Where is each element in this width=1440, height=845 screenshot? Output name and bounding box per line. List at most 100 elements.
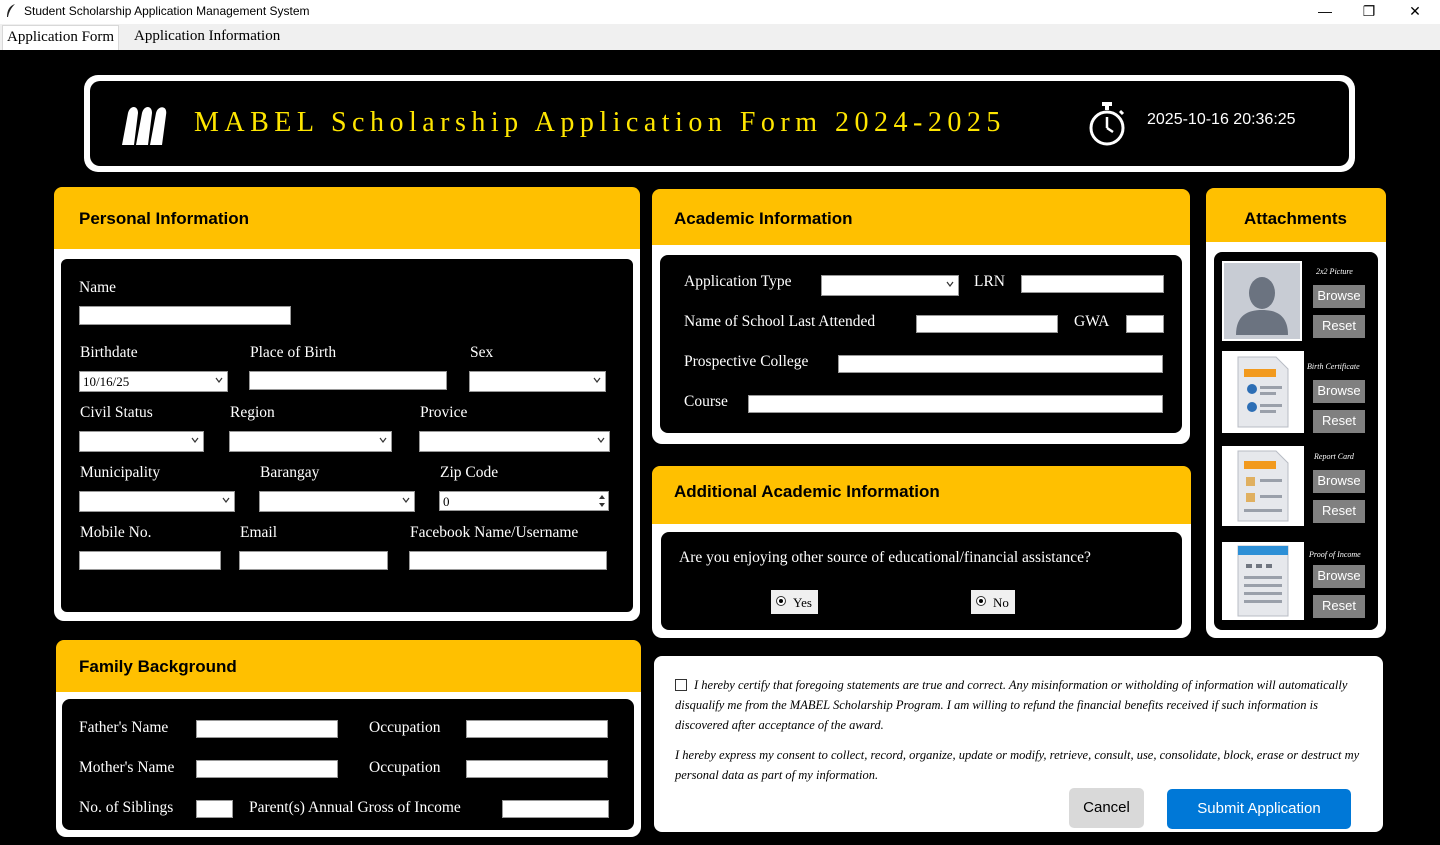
annual-income-input[interactable] xyxy=(502,800,609,818)
birthdate-picker[interactable]: 10/16/25 xyxy=(79,371,228,392)
civil-status-label: Civil Status xyxy=(80,404,153,421)
certificate-document-icon xyxy=(1237,356,1289,428)
additional-academic-panel: Are you enjoying other source of educati… xyxy=(661,532,1182,630)
barangay-label: Barangay xyxy=(260,464,320,481)
family-background-card: Family Background Father's Name Occupati… xyxy=(56,640,641,837)
siblings-input[interactable] xyxy=(196,800,233,818)
mobile-input[interactable] xyxy=(79,551,221,570)
mother-name-input[interactable] xyxy=(196,760,338,778)
report-card-document-icon xyxy=(1237,450,1289,522)
name-input[interactable] xyxy=(79,306,291,325)
province-label: Provice xyxy=(420,404,468,421)
birth-certificate-label: Birth Certificate xyxy=(1307,362,1360,371)
mother-occupation-input[interactable] xyxy=(466,760,608,778)
chevron-down-icon xyxy=(946,281,954,287)
father-occupation-label: Occupation xyxy=(369,719,441,736)
zip-code-value: 0 xyxy=(443,494,450,509)
stopwatch-icon xyxy=(1089,102,1125,146)
window-title: Student Scholarship Application Manageme… xyxy=(24,4,310,18)
attachments-panel: 2x2 Picture Browse Reset Birth Certifica… xyxy=(1214,252,1378,630)
tab-application-information[interactable]: Application Information xyxy=(130,27,284,50)
header-banner: MABEL Scholarship Application Form 2024-… xyxy=(84,75,1355,172)
close-button[interactable]: ✕ xyxy=(1392,0,1438,24)
certification-card: I hereby certify that foregoing statemen… xyxy=(654,656,1383,832)
reset-proof-of-income-button[interactable]: Reset xyxy=(1313,595,1365,618)
tab-application-form[interactable]: Application Form xyxy=(2,25,120,50)
tab-bar: Application Form Application Information xyxy=(0,24,1440,50)
application-type-select[interactable] xyxy=(821,275,959,296)
browse-report-card-button[interactable]: Browse xyxy=(1313,470,1365,493)
region-label: Region xyxy=(230,404,275,421)
region-select[interactable] xyxy=(229,431,392,452)
gwa-label: GWA xyxy=(1074,313,1110,330)
browse-picture-button[interactable]: Browse xyxy=(1313,285,1365,308)
income-document-icon xyxy=(1237,545,1289,617)
radio-selected-icon xyxy=(776,596,786,606)
maximize-button[interactable]: ❐ xyxy=(1346,0,1392,24)
picture-label: 2x2 Picture xyxy=(1316,267,1353,276)
academic-information-card: Academic Information Application Type LR… xyxy=(652,189,1190,444)
window-titlebar: Student Scholarship Application Manageme… xyxy=(0,0,1440,24)
attachments-header: Attachments xyxy=(1206,188,1386,242)
zip-code-spinbox[interactable]: 0 xyxy=(439,491,609,511)
spinner-arrows-icon[interactable] xyxy=(598,494,606,508)
radio-yes-label: Yes xyxy=(793,595,812,610)
family-background-panel: Father's Name Occupation Mother's Name O… xyxy=(62,699,634,830)
submit-application-button[interactable]: Submit Application xyxy=(1167,789,1351,829)
academic-information-title: Academic Information xyxy=(674,209,853,228)
report-card-thumbnail xyxy=(1222,446,1304,526)
gwa-input[interactable] xyxy=(1126,315,1164,333)
radio-yes[interactable]: Yes xyxy=(771,590,818,614)
lrn-label: LRN xyxy=(974,273,1005,290)
course-input[interactable] xyxy=(748,395,1163,413)
father-name-input[interactable] xyxy=(196,720,338,738)
reset-report-card-button[interactable]: Reset xyxy=(1313,500,1365,523)
place-of-birth-input[interactable] xyxy=(249,371,447,390)
chevron-down-icon xyxy=(593,377,601,383)
family-background-header: Family Background xyxy=(56,640,641,692)
radio-selected-icon xyxy=(976,596,986,606)
additional-academic-title: Additional Academic Information xyxy=(674,482,940,501)
birthdate-value: 10/16/25 xyxy=(83,374,130,389)
form-title: MABEL Scholarship Application Form 2024-… xyxy=(194,107,1006,138)
browse-proof-of-income-button[interactable]: Browse xyxy=(1313,565,1365,588)
report-card-label: Report Card xyxy=(1314,452,1354,461)
facebook-label: Facebook Name/Username xyxy=(410,524,579,541)
father-occupation-input[interactable] xyxy=(466,720,608,738)
academic-information-panel: Application Type LRN Name of School Last… xyxy=(660,255,1182,433)
mabel-logo-icon xyxy=(122,107,167,145)
current-datetime: 2025-10-16 20:36:25 xyxy=(1147,111,1296,128)
zip-code-label: Zip Code xyxy=(440,464,499,481)
province-select[interactable] xyxy=(419,431,610,452)
application-type-label: Application Type xyxy=(684,273,792,290)
reset-birth-certificate-button[interactable]: Reset xyxy=(1313,410,1365,433)
reset-picture-button[interactable]: Reset xyxy=(1313,315,1365,338)
place-of-birth-label: Place of Birth xyxy=(250,344,337,361)
personal-information-panel: Name Birthdate 10/16/25 Place of Birth S… xyxy=(59,257,635,614)
proof-of-income-thumbnail xyxy=(1222,542,1304,620)
annual-income-label: Parent(s) Annual Gross of Income xyxy=(249,799,461,816)
attachments-card: Attachments 2x2 Picture Browse Reset Bir… xyxy=(1206,188,1386,638)
lrn-input[interactable] xyxy=(1021,275,1164,293)
feather-app-icon xyxy=(7,4,15,17)
chevron-down-icon xyxy=(597,437,605,443)
banner-inner: MABEL Scholarship Application Form 2024-… xyxy=(90,81,1349,166)
email-input[interactable] xyxy=(239,551,388,570)
civil-status-select[interactable] xyxy=(79,431,204,452)
family-background-title: Family Background xyxy=(79,657,237,676)
mother-occupation-label: Occupation xyxy=(369,759,441,776)
municipality-select[interactable] xyxy=(79,491,235,512)
birthdate-label: Birthdate xyxy=(80,344,138,361)
browse-birth-certificate-button[interactable]: Browse xyxy=(1313,380,1365,403)
cancel-button[interactable]: Cancel xyxy=(1069,788,1144,828)
prospective-college-input[interactable] xyxy=(838,355,1163,373)
radio-no[interactable]: No xyxy=(971,590,1015,614)
chevron-down-icon xyxy=(379,437,387,443)
school-last-attended-input[interactable] xyxy=(916,315,1058,333)
facebook-input[interactable] xyxy=(409,551,607,570)
minimize-button[interactable]: — xyxy=(1302,0,1348,24)
sex-select[interactable] xyxy=(469,371,606,392)
barangay-select[interactable] xyxy=(259,491,415,512)
chevron-down-icon xyxy=(191,437,199,443)
personal-information-header: Personal Information xyxy=(54,187,640,249)
